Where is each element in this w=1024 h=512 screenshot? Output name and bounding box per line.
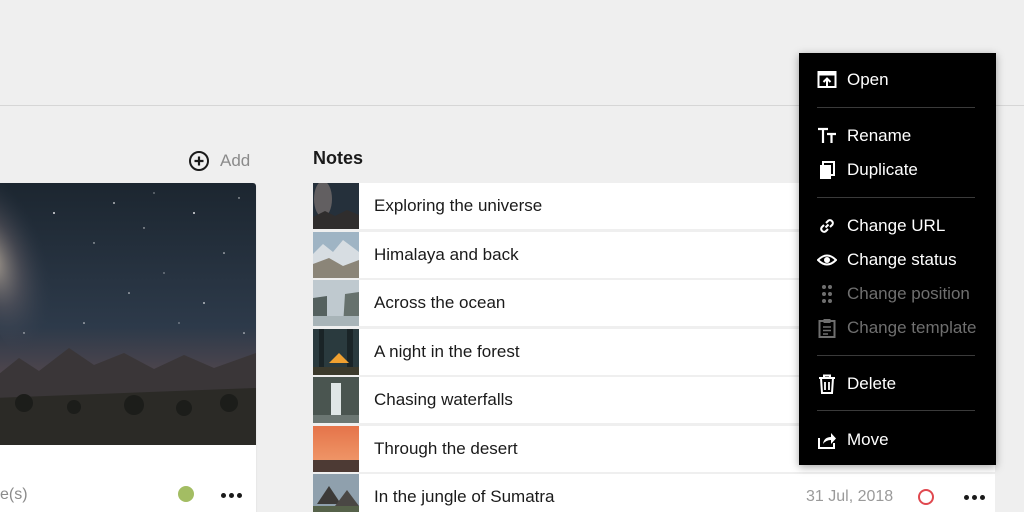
- note-title: In the jungle of Sumatra: [374, 487, 555, 506]
- note-row[interactable]: In the jungle of Sumatra 31 Jul, 2018: [313, 474, 995, 512]
- note-title: Himalaya and back: [374, 244, 519, 264]
- note-title: Through the desert: [374, 438, 518, 458]
- gallery-card[interactable]: [0, 183, 256, 512]
- note-thumbnail: [313, 474, 359, 512]
- menu-item-label: Open: [847, 70, 889, 89]
- open-window-icon: [817, 71, 837, 88]
- menu-item-label: Duplicate: [847, 160, 918, 179]
- menu-item-delete[interactable]: Delete: [817, 371, 896, 397]
- add-label: Add: [220, 151, 251, 170]
- menu-item-change-status[interactable]: Change status: [817, 247, 957, 273]
- note-thumbnail: [313, 183, 359, 229]
- eye-icon: [817, 254, 837, 266]
- add-button[interactable]: Add: [188, 148, 250, 174]
- note-thumbnail: [313, 231, 359, 278]
- plus-circle-icon: [189, 151, 209, 171]
- note-thumbnail: [313, 280, 359, 326]
- drag-handle-icon: [822, 285, 832, 303]
- menu-item-label: Change status: [847, 250, 957, 269]
- note-thumbnail: [313, 328, 359, 375]
- menu-item-rename[interactable]: Rename: [817, 123, 911, 149]
- menu-divider: [817, 197, 975, 198]
- menu-item-label: Change template: [847, 318, 977, 337]
- menu-item-label: Move: [847, 430, 889, 449]
- menu-item-label: Change position: [847, 284, 970, 303]
- note-thumbnail: [313, 377, 359, 423]
- menu-item-change-template: Change template: [817, 315, 976, 341]
- notes-heading: Notes: [313, 148, 364, 168]
- menu-item-move[interactable]: Move: [817, 427, 889, 453]
- menu-item-open[interactable]: Open: [817, 67, 889, 93]
- menu-item-change-url[interactable]: Change URL: [817, 213, 945, 239]
- note-date: 31 Jul, 2018: [806, 488, 894, 505]
- move-share-icon: [818, 433, 836, 449]
- menu-item-label: Delete: [847, 374, 897, 393]
- link-icon: [820, 219, 834, 233]
- note-title: Exploring the universe: [374, 196, 543, 215]
- note-thumbnail: [313, 425, 359, 472]
- menu-item-change-position: Change position: [817, 281, 970, 307]
- menu-item-label: Change URL: [847, 216, 946, 235]
- menu-item-label: Rename: [847, 126, 912, 145]
- card-status-dot[interactable]: [178, 486, 194, 502]
- card-image: [0, 183, 256, 445]
- card-more-button[interactable]: [221, 490, 245, 500]
- menu-divider: [817, 410, 975, 411]
- note-status-indicator[interactable]: [918, 489, 934, 505]
- menu-divider: [817, 355, 975, 356]
- menu-divider: [817, 107, 975, 108]
- note-more-button[interactable]: [964, 492, 988, 502]
- note-title: Across the ocean: [374, 293, 506, 312]
- text-size-icon: [818, 127, 836, 143]
- menu-item-duplicate[interactable]: Duplicate: [817, 157, 918, 183]
- duplicate-icon: [820, 161, 835, 179]
- context-menu: Open Rename Duplicate Change URL Change …: [799, 53, 996, 465]
- note-title: Chasing waterfalls: [374, 390, 513, 409]
- note-title: A night in the forest: [374, 341, 520, 361]
- trash-icon: [819, 374, 835, 394]
- template-icon: [818, 319, 836, 338]
- card-count: e(s): [0, 486, 28, 503]
